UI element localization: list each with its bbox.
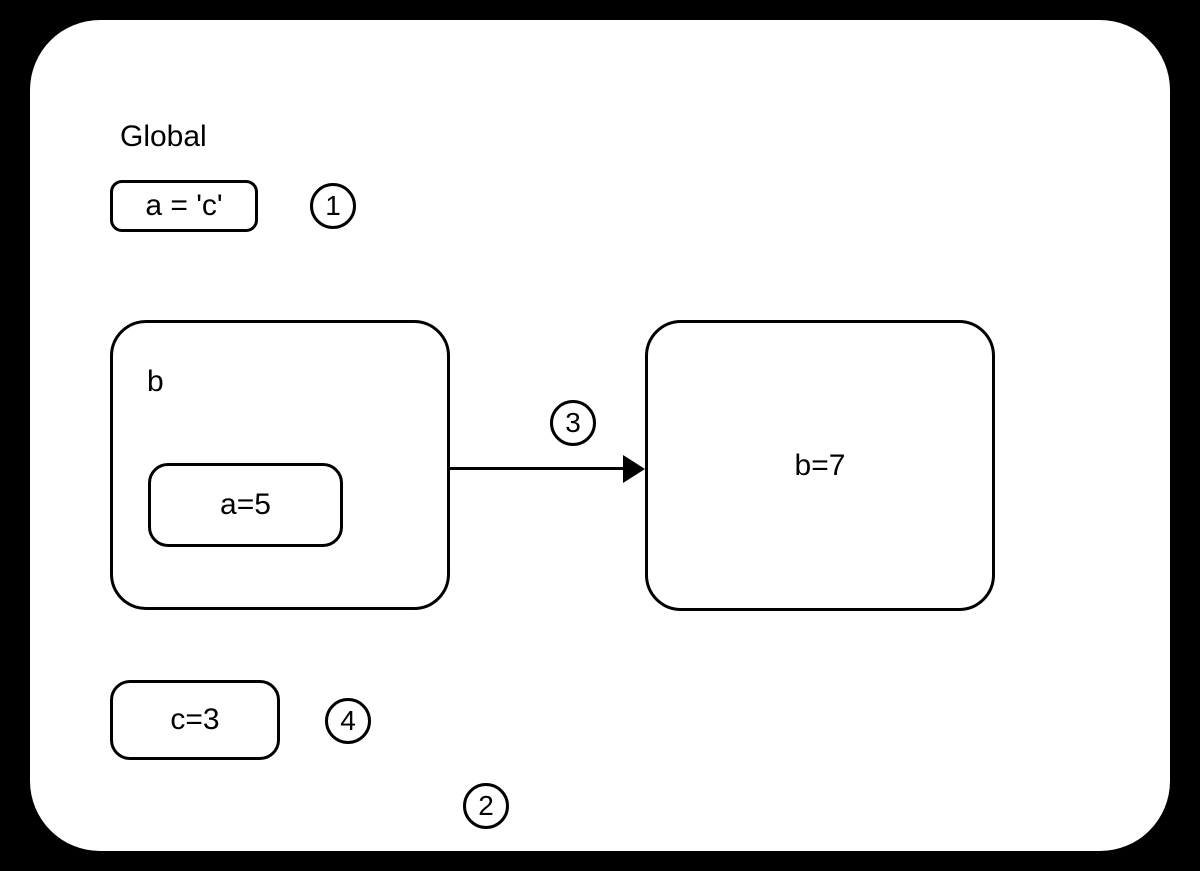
variable-box-b7: b=7: [645, 320, 995, 611]
variable-box-c3: c=3: [110, 680, 280, 760]
arrow-head-icon: [623, 455, 645, 483]
global-scope-label: Global: [120, 120, 207, 154]
variable-box-a-global: a = 'c': [110, 180, 258, 232]
local-scope-b: b a=5 2: [110, 320, 450, 610]
arrow-shaft: [450, 467, 625, 470]
variable-box-a-local: a=5: [148, 463, 343, 547]
diagram-canvas: Global a = 'c' 1 b a=5 2 3 b=7 c=3 4: [30, 20, 1170, 851]
step-marker-2: 2: [463, 783, 509, 829]
local-scope-b-label: b: [147, 365, 164, 399]
step-marker-3: 3: [550, 400, 596, 446]
step-marker-1: 1: [310, 183, 356, 229]
step-marker-4: 4: [325, 698, 371, 744]
